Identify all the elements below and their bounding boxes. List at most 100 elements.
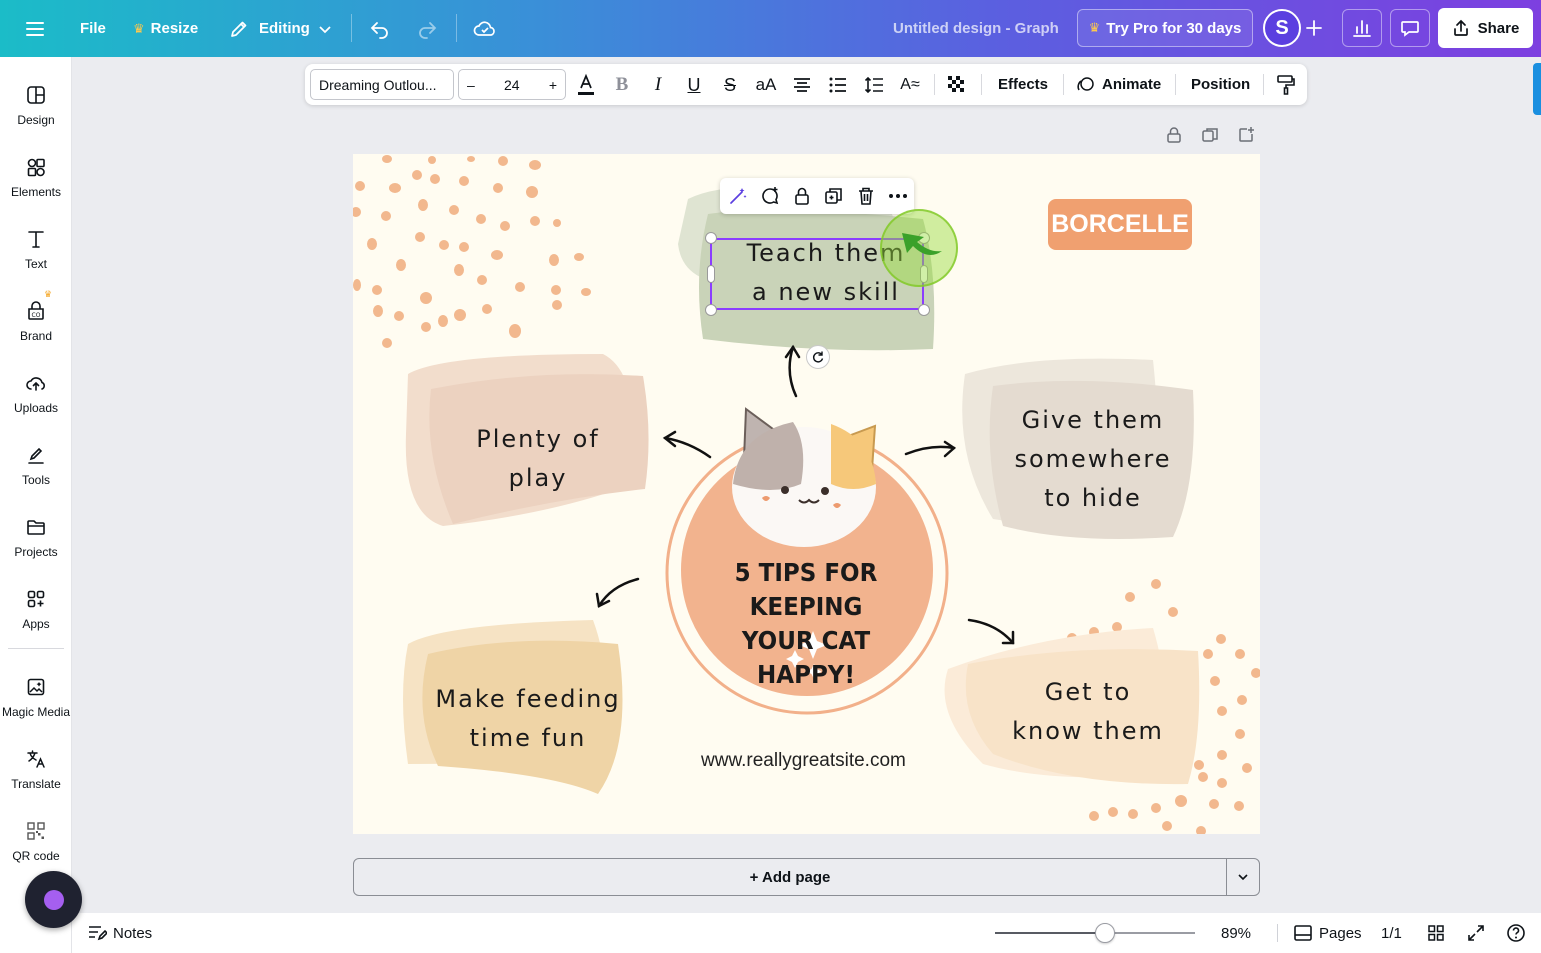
notes-button[interactable]: Notes	[87, 913, 152, 953]
font-size-value[interactable]: 24	[504, 77, 520, 93]
magic-media-icon	[24, 675, 48, 699]
zoom-slider-thumb[interactable]	[1095, 923, 1115, 943]
lock-element-button[interactable]	[790, 184, 814, 208]
tip-give-somewhere-to-hide[interactable]: Give them somewhere to hide	[1003, 401, 1183, 518]
animate-button[interactable]: Animate	[1076, 64, 1161, 105]
avatar[interactable]: S	[1263, 9, 1301, 47]
sidebar-item-brand[interactable]: CO Brand	[0, 287, 72, 351]
tip-line: Plenty of play	[476, 425, 600, 492]
website-url[interactable]: www.reallygreatsite.com	[701, 750, 906, 772]
resize-handle-bottom-right[interactable]	[918, 304, 930, 316]
copy-style-button[interactable]	[1273, 72, 1299, 98]
sidebar-item-translate[interactable]: Translate	[0, 735, 72, 799]
comments-button[interactable]	[1390, 9, 1430, 47]
italic-button[interactable]: I	[645, 72, 671, 98]
transparency-button[interactable]	[944, 72, 970, 98]
bold-button[interactable]: B	[609, 72, 635, 98]
resize-handle-left[interactable]	[707, 265, 715, 283]
try-pro-label: Try Pro for 30 days	[1106, 19, 1242, 37]
bold-icon: B	[615, 74, 629, 95]
sidebar-item-elements[interactable]: Elements	[0, 143, 72, 207]
font-style-icon: A≈	[900, 76, 920, 93]
tools-icon	[24, 443, 48, 467]
magic-wand-icon	[730, 188, 747, 204]
magic-edit-button[interactable]	[726, 184, 750, 208]
delete-element-button[interactable]	[854, 184, 878, 208]
sidebar-item-uploads[interactable]: Uploads	[0, 359, 72, 423]
pages-button[interactable]: Pages	[1293, 913, 1362, 953]
spacing-button[interactable]	[861, 72, 887, 98]
help-button[interactable]	[1506, 913, 1526, 953]
file-menu[interactable]: File	[80, 0, 106, 57]
design-title[interactable]: Untitled design - Graph	[893, 0, 1059, 57]
expand-icon	[1468, 925, 1484, 941]
increase-size-button[interactable]: +	[549, 77, 557, 93]
top-bar: File ♛ Resize Editing Untitled design - …	[0, 0, 1541, 57]
letter-case-button[interactable]: aA	[753, 72, 779, 98]
underline-button[interactable]: U	[681, 72, 707, 98]
resize-handle-bottom-left[interactable]	[705, 304, 717, 316]
try-pro-button[interactable]: ♛ Try Pro for 30 days	[1077, 9, 1253, 47]
cloud-save-button[interactable]	[473, 0, 497, 57]
brand-badge[interactable]: BORCELLE	[1048, 199, 1192, 250]
effects-button[interactable]: Effects	[998, 64, 1048, 105]
lock-page-button[interactable]	[1163, 124, 1185, 146]
hamburger-icon	[26, 21, 44, 36]
text-effects-button[interactable]: A≈	[897, 72, 923, 98]
redo-button[interactable]	[416, 0, 438, 57]
share-button[interactable]: Share	[1438, 8, 1533, 48]
ai-assistant-button[interactable]	[25, 871, 82, 928]
text-color-button[interactable]	[573, 72, 599, 98]
pencil-icon	[231, 21, 247, 37]
list-button[interactable]	[825, 72, 851, 98]
add-page-icon-button[interactable]	[1235, 124, 1257, 146]
tip-line: Give them	[1021, 406, 1165, 434]
font-family-select[interactable]: Dreaming Outlou...	[310, 69, 454, 100]
editing-mode-button[interactable]: Editing	[229, 0, 332, 57]
add-page-options-button[interactable]	[1226, 858, 1260, 896]
notes-icon	[89, 926, 107, 941]
strikethrough-button[interactable]: S	[717, 72, 743, 98]
sidebar-divider	[8, 648, 64, 649]
divider	[1063, 74, 1064, 95]
elements-icon	[24, 155, 48, 179]
font-size-stepper[interactable]: – 24 +	[458, 69, 566, 100]
tip-line: somewhere	[1014, 445, 1172, 473]
cursor-arrow-icon	[902, 233, 942, 255]
main-menu-button[interactable]	[24, 0, 46, 57]
tip-make-feeding-fun[interactable]: Make feeding time fun	[433, 680, 623, 758]
more-options-button[interactable]	[886, 184, 910, 208]
rotate-handle[interactable]	[806, 345, 830, 369]
pages-icon	[1294, 925, 1312, 941]
sidebar-item-magic-media[interactable]: Magic Media	[0, 663, 72, 727]
invite-plus-button[interactable]	[1298, 11, 1330, 45]
decrease-size-button[interactable]: –	[467, 77, 475, 93]
sidebar-item-text[interactable]: Text	[0, 215, 72, 279]
bar-chart-icon	[1353, 20, 1371, 37]
position-button[interactable]: Position	[1191, 64, 1250, 105]
insights-button[interactable]	[1342, 9, 1382, 47]
center-title[interactable]: 5 TIPS FOR KEEPING YOUR CAT HAPPY!	[693, 556, 919, 692]
fullscreen-button[interactable]	[1467, 913, 1485, 953]
grid-view-button[interactable]	[1427, 913, 1445, 953]
sidebar-item-tools[interactable]: Tools	[0, 431, 72, 495]
tip-line: Get to	[1044, 678, 1132, 706]
line-spacing-icon	[864, 76, 883, 94]
add-page-button[interactable]: + Add page	[353, 858, 1227, 896]
sidebar-item-label: Tools	[21, 473, 50, 487]
sidebar-item-qr-code[interactable]: QR code	[0, 807, 72, 871]
undo-button[interactable]	[369, 0, 391, 57]
duplicate-element-button[interactable]	[822, 184, 846, 208]
sidebar-item-projects[interactable]: Projects	[0, 503, 72, 567]
align-button[interactable]	[789, 72, 815, 98]
add-comment-button[interactable]	[758, 184, 782, 208]
resize-button[interactable]: ♛ Resize	[133, 0, 198, 57]
tip-plenty-of-play[interactable]: Plenty of play	[443, 420, 633, 498]
sidebar-item-apps[interactable]: Apps	[0, 575, 72, 639]
zoom-value[interactable]: 89%	[1221, 913, 1251, 953]
tip-get-to-know-them[interactable]: Get to know them	[1003, 673, 1173, 751]
duplicate-page-button[interactable]	[1199, 124, 1221, 146]
side-panel-tab[interactable]	[1533, 63, 1541, 115]
resize-handle-top-left[interactable]	[705, 232, 717, 244]
sidebar-item-design[interactable]: Design	[0, 71, 72, 135]
